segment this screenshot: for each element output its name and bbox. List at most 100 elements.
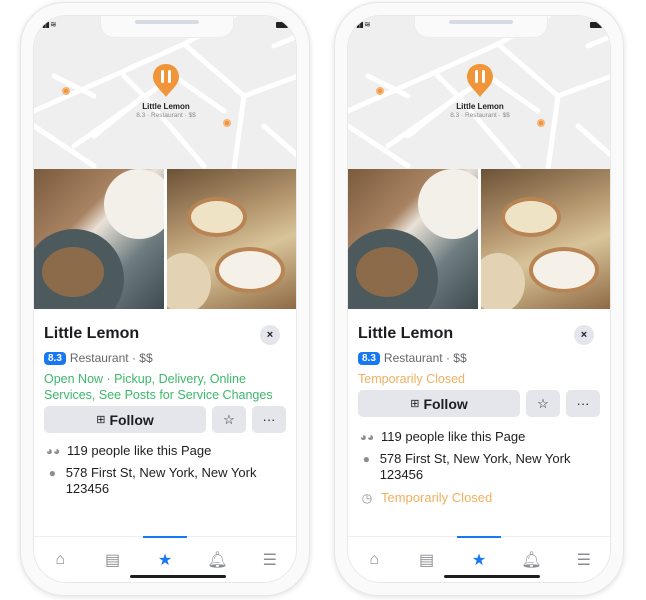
category-text: Restaurant · $$ (69, 351, 153, 365)
home-icon: ⌂ (55, 550, 66, 568)
rating-row: 8.3 Restaurant · $$ (358, 351, 600, 365)
map-place-marker[interactable] (537, 119, 545, 127)
shop-icon: ▤ (419, 551, 435, 569)
people-icon: ◕◕ (359, 430, 375, 444)
follow-icon: ⊞ (410, 398, 420, 410)
photo-strip[interactable] (34, 169, 296, 309)
rating-badge: 8.3 (44, 351, 66, 365)
shop-icon: ▤ (105, 551, 121, 569)
rating-badge: 8.3 (358, 351, 380, 365)
bell-icon: 🔔︎ (207, 551, 228, 569)
photo-strip[interactable] (348, 169, 610, 309)
screen: ▮▮ ≋ Little Lemon 8.3 · Restaurant · $$ … (347, 15, 611, 583)
more-icon: ··· (576, 396, 590, 411)
map-place-sub: 8.3 · Restaurant · $$ (450, 112, 510, 119)
likes-text: 119 people like this Page (381, 429, 526, 444)
hours-row: ◷ Temporarily Closed (358, 490, 600, 506)
follow-button[interactable]: ⊞ Follow (358, 390, 520, 417)
map-place-sub: 8.3 · Restaurant · $$ (136, 112, 196, 119)
menu-icon: ☰ (576, 551, 591, 569)
map-place-label: Little Lemon 8.3 · Restaurant · $$ (418, 102, 542, 119)
battery-icon (590, 22, 602, 28)
map[interactable]: Little Lemon 8.3 · Restaurant · $$ (348, 16, 610, 169)
close-button[interactable]: × (260, 325, 280, 345)
location-star-icon: ★ (471, 551, 487, 569)
page-title: Little Lemon (358, 325, 454, 342)
plate (418, 169, 478, 239)
star-button[interactable]: ☆ (212, 406, 246, 433)
address-row[interactable]: ● 578 First St, New York, New York 12345… (358, 451, 600, 483)
hours-status-text: Temporarily Closed (381, 490, 493, 505)
phone-closed-state: ▮▮ ≋ Little Lemon 8.3 · Restaurant · $$ … (334, 2, 624, 596)
bread (166, 253, 211, 309)
open-status-text[interactable]: Open Now · Pickup, Delivery, Online Serv… (44, 371, 286, 403)
category-text: Restaurant · $$ (383, 351, 467, 365)
hummus-bowl (500, 197, 561, 237)
likes-text: 119 people like this Page (67, 443, 212, 458)
follow-label: Follow (423, 395, 468, 412)
address-row[interactable]: ● 578 First St, New York, New York 12345… (44, 465, 286, 497)
people-icon: ◕◕ (45, 444, 61, 458)
page-title: Little Lemon (44, 325, 140, 342)
restaurant-pin-icon[interactable] (152, 63, 180, 99)
action-buttons: ⊞ Follow ☆ ··· (358, 390, 600, 417)
home-indicator (130, 575, 226, 578)
likes-row: ◕◕ 119 people like this Page (44, 443, 286, 459)
tab-home[interactable]: ⌂ (348, 537, 400, 582)
more-button[interactable]: ··· (252, 406, 286, 433)
bottom-tab-bar: ⌂ ▤ ★ 🔔︎ ☰ (348, 536, 610, 582)
star-icon: ☆ (223, 411, 235, 427)
food (356, 247, 418, 297)
tab-menu[interactable]: ☰ (244, 537, 296, 582)
star-icon: ☆ (537, 395, 549, 411)
close-button[interactable]: × (574, 325, 594, 345)
clock-icon: ◷ (361, 491, 373, 505)
bell-icon: 🔔︎ (521, 551, 542, 569)
bottom-tab-bar: ⌂ ▤ ★ 🔔︎ ☰ (34, 536, 296, 582)
more-button[interactable]: ··· (566, 390, 600, 417)
follow-label: Follow (109, 411, 154, 428)
map[interactable]: Little Lemon 8.3 · Restaurant · $$ (34, 16, 296, 169)
restaurant-pin-icon[interactable] (466, 63, 494, 99)
photo-food-2[interactable] (480, 169, 610, 309)
home-indicator (444, 575, 540, 578)
more-icon: ··· (262, 412, 276, 427)
labneh-bowl (528, 247, 599, 293)
location-icon: ● (362, 452, 370, 466)
map-place-name: Little Lemon (456, 102, 504, 111)
home-icon: ⌂ (369, 550, 380, 568)
signal-wifi-icon: ▮▮ ≋ (356, 20, 371, 29)
map-place-marker[interactable] (223, 119, 231, 127)
location-icon: ● (48, 466, 56, 480)
map-place-label: Little Lemon 8.3 · Restaurant · $$ (104, 102, 228, 119)
likes-row: ◕◕ 119 people like this Page (358, 429, 600, 445)
status-bar: ▮▮ ≋ (34, 20, 296, 32)
photo-food-1[interactable] (348, 169, 478, 309)
follow-icon: ⊞ (96, 414, 106, 426)
battery-icon (276, 22, 288, 28)
photo-food-1[interactable] (34, 169, 164, 309)
action-buttons: ⊞ Follow ☆ ··· (44, 406, 286, 433)
hummus-bowl (186, 197, 247, 237)
follow-button[interactable]: ⊞ Follow (44, 406, 206, 433)
menu-icon: ☰ (262, 551, 277, 569)
closed-status-text: Temporarily Closed (358, 372, 465, 386)
map-place-marker[interactable] (62, 87, 70, 95)
star-button[interactable]: ☆ (526, 390, 560, 417)
labneh-bowl (214, 247, 285, 293)
address-text: 578 First St, New York, New York 123456 (65, 465, 257, 496)
photo-food-2[interactable] (166, 169, 296, 309)
bread (480, 253, 525, 309)
food (42, 247, 104, 297)
status-bar: ▮▮ ≋ (348, 20, 610, 32)
signal-wifi-icon: ▮▮ ≋ (42, 20, 57, 29)
rating-row: 8.3 Restaurant · $$ (44, 351, 286, 365)
plate (104, 169, 164, 239)
tab-menu[interactable]: ☰ (558, 537, 610, 582)
location-star-icon: ★ (157, 551, 173, 569)
map-place-name: Little Lemon (142, 102, 190, 111)
tab-home[interactable]: ⌂ (34, 537, 86, 582)
phone-open-state: ▮▮ ≋ Little Lemon 8.3 · Restaurant · $$ … (20, 2, 310, 596)
map-place-marker[interactable] (376, 87, 384, 95)
address-text: 578 First St, New York, New York 123456 (379, 451, 571, 482)
